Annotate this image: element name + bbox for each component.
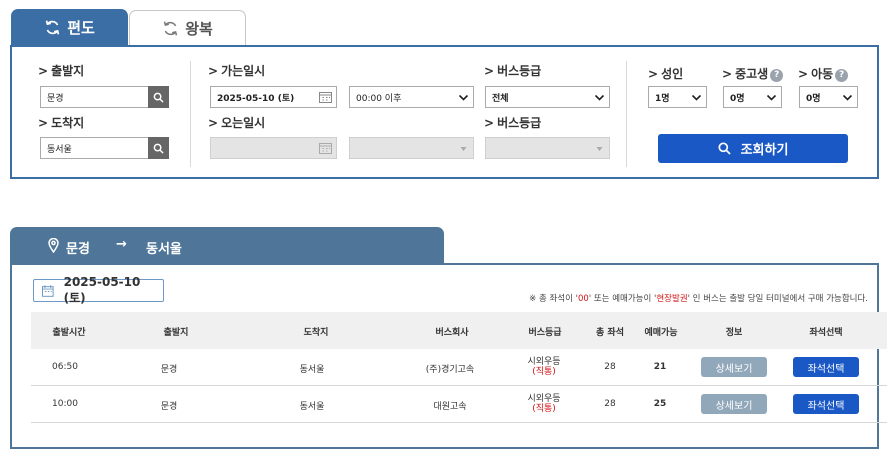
seat-select-button[interactable]: 좌석선택 (793, 394, 859, 414)
selected-date: 2025-05-10 (토) (33, 275, 164, 305)
departure: 문경 (160, 402, 178, 412)
help-icon[interactable]: ? (835, 68, 849, 82)
col-departure: 출발지 (163, 328, 189, 338)
calendar-icon[interactable] (319, 91, 332, 103)
route-to: 동서울 (146, 242, 182, 257)
child-count-select[interactable]: 0명 (799, 86, 858, 108)
chevron-down-icon (842, 94, 853, 101)
arrival-input[interactable]: 동서울 (40, 137, 149, 159)
caret-down-icon (460, 147, 467, 151)
search-icon (153, 92, 164, 103)
tab-oneway[interactable]: 편도 (11, 9, 128, 46)
youth-label: > 중고생? (722, 65, 784, 82)
location-pin-icon (48, 238, 59, 253)
detail-button[interactable]: 상세보기 (701, 357, 767, 377)
departure-time: 10:00 (52, 399, 78, 409)
results-panel: 2025-05-10 (토) ※ 총 좌석이 '00' 또는 예매가능이 '현장… (10, 263, 887, 449)
col-available: 예매가능 (644, 328, 678, 338)
tab-oneway-label: 편도 (67, 19, 95, 37)
tab-roundtrip[interactable]: 왕복 (129, 10, 246, 46)
bus-grade-return-label: > 버스등급 (484, 116, 542, 130)
departure-label: > 출발지 (38, 64, 85, 78)
search-button[interactable]: 조회하기 (658, 134, 848, 163)
departure: 문경 (160, 365, 178, 375)
go-date-label: > 가는일시 (208, 64, 266, 78)
table-row: 10:00 문경 동서울 대원고속 시외우등 (직통) 28 25 상세보기 좌석… (31, 386, 887, 423)
youth-count-select[interactable]: 0명 (723, 86, 782, 108)
bus-grade-select[interactable]: 전체 (485, 86, 610, 108)
table-header: 출발시간 출발지 도착지 버스회사 버스등급 총 좌석 예매가능 정보 좌석선택 (31, 312, 887, 349)
col-bus-company: 버스회사 (435, 328, 469, 338)
return-time-select (349, 137, 474, 159)
col-seat-select: 좌석선택 (809, 328, 843, 338)
col-bus-grade: 버스등급 (528, 328, 562, 338)
route-header: 문경 → 동서울 (10, 227, 444, 264)
divider (626, 61, 627, 167)
return-date-label: > 오는일시 (208, 116, 266, 130)
route-arrow-icon: → (116, 237, 127, 252)
bus-grade-return-select (485, 137, 610, 159)
departure-input[interactable]: 문경 (40, 86, 149, 108)
total-seats: 28 (604, 362, 616, 372)
adult-label: > 성인 (648, 67, 684, 81)
table-row: 06:50 문경 동서울 (주)경기고속 시외우등 (직통) 28 21 상세보기… (31, 349, 887, 386)
refresh-icon (163, 21, 178, 36)
bus-grade: 시외우등 (직통) (527, 357, 561, 377)
search-icon (718, 142, 731, 155)
departure-time: 06:50 (52, 362, 78, 372)
arrival-search-button[interactable] (148, 137, 169, 159)
go-time-select[interactable]: 00:00 이후 (349, 86, 474, 108)
col-departure-time: 출발시간 (52, 328, 86, 338)
seat-select-button[interactable]: 좌석선택 (793, 357, 859, 377)
chevron-down-icon (594, 94, 605, 101)
tab-roundtrip-label: 왕복 (185, 20, 213, 38)
notice-text: ※ 총 좌석이 '00' 또는 예매가능이 '현장발권' 인 버스는 출발 당일… (529, 294, 868, 304)
detail-button[interactable]: 상세보기 (701, 394, 767, 414)
search-icon (153, 143, 164, 154)
calendar-icon (319, 143, 332, 154)
child-label: > 아동? (798, 65, 849, 82)
chevron-down-icon (691, 94, 702, 101)
calendar-icon (42, 284, 54, 297)
chevron-down-icon (458, 94, 469, 101)
divider (190, 61, 191, 167)
route-from: 문경 (66, 242, 90, 257)
search-panel: > 출발지 문경 > 도착지 동서울 > 가는일시 2025-05-10 (토) 00… (10, 45, 879, 179)
available-seats: 25 (653, 399, 667, 409)
col-arrival: 도착지 (303, 328, 329, 338)
departure-search-button[interactable] (148, 86, 169, 108)
go-date-input[interactable]: 2025-05-10 (토) (210, 86, 337, 108)
available-seats: 21 (653, 362, 667, 372)
bus-company: (주)경기고속 (425, 365, 475, 375)
col-info: 정보 (725, 328, 743, 338)
chevron-down-icon (766, 94, 777, 101)
total-seats: 28 (604, 399, 616, 409)
arrival: 동서울 (299, 402, 325, 412)
return-date-input (210, 137, 337, 159)
refresh-icon (45, 20, 60, 35)
arrival-label: > 도착지 (38, 116, 85, 130)
arrival: 동서울 (299, 365, 325, 375)
col-total-seats: 총 좌석 (596, 328, 624, 338)
adult-count-select[interactable]: 1명 (648, 86, 707, 108)
caret-down-icon (596, 147, 603, 151)
help-icon[interactable]: ? (770, 68, 784, 82)
bus-grade-label: > 버스등급 (484, 64, 542, 78)
bus-grade: 시외우등 (직통) (527, 394, 561, 414)
bus-company: 대원고속 (433, 402, 467, 412)
